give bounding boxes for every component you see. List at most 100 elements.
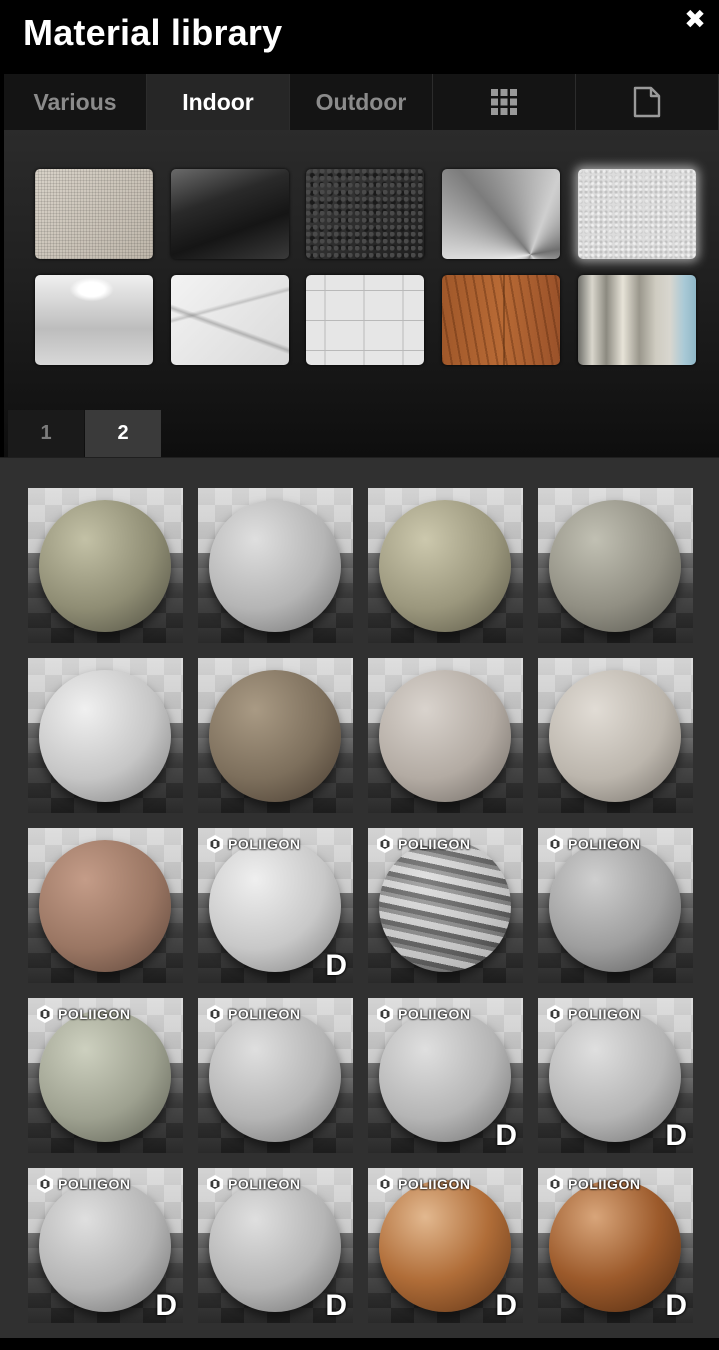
material-tile[interactable] — [28, 828, 183, 983]
material-sphere — [39, 840, 171, 972]
material-tile[interactable] — [538, 658, 693, 813]
material-sphere — [379, 670, 511, 802]
displacement-badge: D — [495, 1119, 517, 1152]
material-sphere — [39, 1010, 171, 1142]
poliigon-brand: POLIIGON — [375, 834, 470, 854]
material-tile[interactable]: POLIIGON — [28, 998, 183, 1153]
material-grid: POLIIGON D POLIIGON POLIIGON POLIIGON POLIIGO… — [0, 457, 719, 1338]
brand-label: POLIIGON — [228, 1176, 301, 1192]
material-sphere — [379, 1180, 511, 1312]
brand-label: POLIIGON — [568, 1006, 641, 1022]
poliigon-logo-icon — [547, 1005, 563, 1023]
poliigon-logo-icon — [37, 1175, 53, 1193]
material-swatch[interactable] — [578, 275, 696, 365]
material-tile[interactable] — [28, 488, 183, 643]
displacement-badge: D — [325, 949, 347, 982]
poliigon-logo-icon — [207, 1005, 223, 1023]
tab-outdoor[interactable]: Outdoor — [290, 74, 433, 130]
material-swatch[interactable] — [171, 275, 289, 365]
material-tile[interactable]: POLIIGON D — [538, 998, 693, 1153]
material-swatch[interactable] — [171, 169, 289, 259]
material-sphere — [209, 1180, 341, 1312]
brand-label: POLIIGON — [228, 1006, 301, 1022]
brand-label: POLIIGON — [58, 1176, 131, 1192]
material-tile[interactable] — [368, 658, 523, 813]
poliigon-brand: POLIIGON — [205, 834, 300, 854]
poliigon-brand: POLIIGON — [375, 1004, 470, 1024]
poliigon-brand: POLIIGON — [205, 1004, 300, 1024]
brand-label: POLIIGON — [398, 836, 471, 852]
material-swatch[interactable] — [442, 275, 560, 365]
poliigon-logo-icon — [37, 1005, 53, 1023]
material-tile[interactable]: POLIIGON D — [368, 998, 523, 1153]
tab-label: Outdoor — [315, 88, 407, 115]
poliigon-brand: POLIIGON — [35, 1004, 130, 1024]
poliigon-brand: POLIIGON — [375, 1174, 470, 1194]
page-tab-2[interactable]: 2 — [85, 410, 161, 457]
brand-label: POLIIGON — [398, 1176, 471, 1192]
material-swatch[interactable] — [442, 169, 560, 259]
displacement-badge: D — [155, 1289, 177, 1322]
material-sphere — [39, 670, 171, 802]
material-swatch[interactable] — [306, 275, 424, 365]
material-swatch[interactable] — [578, 169, 696, 259]
displacement-badge: D — [325, 1289, 347, 1322]
poliigon-logo-icon — [207, 835, 223, 853]
material-tile[interactable]: POLIIGON — [198, 998, 353, 1153]
poliigon-brand: POLIIGON — [545, 1174, 640, 1194]
material-tile[interactable] — [368, 488, 523, 643]
poliigon-logo-icon — [377, 1005, 393, 1023]
brand-label: POLIIGON — [568, 836, 641, 852]
material-tile[interactable]: POLIIGON — [538, 828, 693, 983]
poliigon-brand: POLIIGON — [205, 1174, 300, 1194]
tab-document[interactable] — [576, 74, 719, 130]
material-sphere — [379, 840, 511, 972]
swatch-panel — [4, 130, 719, 457]
page-tab-1[interactable]: 1 — [8, 410, 84, 457]
material-sphere — [209, 1010, 341, 1142]
tab-grid-view[interactable] — [433, 74, 576, 130]
material-tile[interactable]: POLIIGON D — [198, 1168, 353, 1323]
material-tile[interactable] — [28, 658, 183, 813]
material-sphere — [549, 840, 681, 972]
poliigon-brand: POLIIGON — [35, 1174, 130, 1194]
brand-label: POLIIGON — [228, 836, 301, 852]
close-icon[interactable]: ✖ — [682, 6, 708, 32]
grid-icon — [491, 89, 517, 115]
material-swatch[interactable] — [306, 169, 424, 259]
document-icon — [633, 86, 661, 118]
brand-label: POLIIGON — [398, 1006, 471, 1022]
brand-label: POLIIGON — [568, 1176, 641, 1192]
material-tile[interactable]: POLIIGON D — [28, 1168, 183, 1323]
poliigon-logo-icon — [547, 1175, 563, 1193]
material-sphere — [549, 500, 681, 632]
material-tile[interactable] — [198, 658, 353, 813]
material-sphere — [209, 500, 341, 632]
material-swatch[interactable] — [35, 275, 153, 365]
material-sphere — [209, 670, 341, 802]
poliigon-brand: POLIIGON — [545, 1004, 640, 1024]
poliigon-logo-icon — [547, 835, 563, 853]
material-sphere — [379, 1010, 511, 1142]
material-tile[interactable] — [198, 488, 353, 643]
material-sphere — [549, 1180, 681, 1312]
material-swatch[interactable] — [35, 169, 153, 259]
material-tile[interactable]: POLIIGON D — [538, 1168, 693, 1323]
poliigon-logo-icon — [207, 1175, 223, 1193]
material-sphere — [39, 500, 171, 632]
displacement-badge: D — [665, 1119, 687, 1152]
category-tabs: Various Indoor Outdoor — [4, 74, 719, 130]
poliigon-logo-icon — [377, 1175, 393, 1193]
material-tile[interactable]: POLIIGON — [368, 828, 523, 983]
material-tile[interactable] — [538, 488, 693, 643]
tab-label: Indoor — [182, 88, 254, 115]
poliigon-brand: POLIIGON — [545, 834, 640, 854]
material-sphere — [209, 840, 341, 972]
material-sphere — [549, 670, 681, 802]
tab-various[interactable]: Various — [4, 74, 147, 130]
material-sphere — [379, 500, 511, 632]
material-tile[interactable]: POLIIGON D — [198, 828, 353, 983]
tab-indoor[interactable]: Indoor — [147, 74, 290, 130]
material-tile[interactable]: POLIIGON D — [368, 1168, 523, 1323]
title-bar: Material library ✖ — [0, 0, 719, 72]
